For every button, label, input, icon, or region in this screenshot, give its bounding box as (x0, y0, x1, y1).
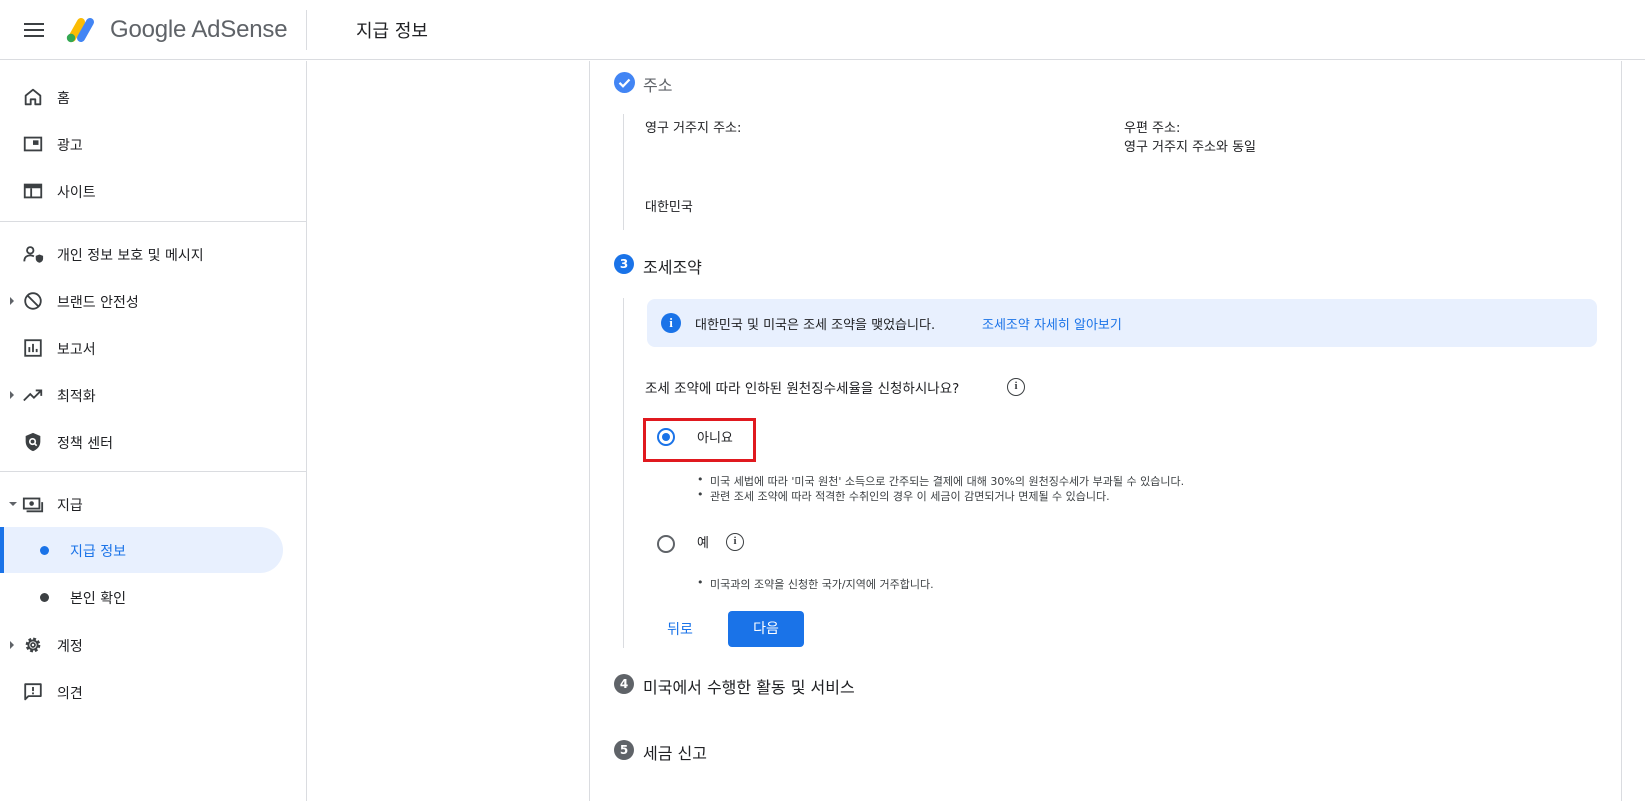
mailing-address-label: 우편 주소: (1124, 121, 1181, 136)
sidebar-subitem-identity-verification[interactable]: 본인 확인 (0, 574, 283, 620)
sidebar-item-reports[interactable]: 보고서 (0, 326, 300, 370)
policy-shield-icon (25, 432, 41, 452)
block-icon (24, 292, 42, 310)
bullet-dot-icon (40, 593, 49, 602)
back-button[interactable]: 뒤로 (660, 612, 700, 648)
gear-icon (25, 637, 41, 653)
list-item: 관련 조세 조약에 따라 적격한 수취인의 경우 이 세금이 감면되거나 면제될… (697, 488, 1110, 504)
sidebar-item-label: 개인 정보 보호 및 메시지 (57, 248, 204, 264)
sidebar-item-label: 홈 (57, 91, 70, 107)
header-divider (306, 10, 307, 50)
list-item: 미국 세법에 따라 '미국 원천' 소득으로 간주되는 결제에 대해 30%의 … (697, 473, 1184, 489)
adsense-logo-icon (66, 18, 94, 43)
permanent-address-country: 대한민국 (645, 200, 693, 215)
ads-icon (23, 136, 43, 152)
sidebar-item-optimization[interactable]: 최적화 (0, 373, 300, 417)
sidebar-item-label: 사이트 (57, 185, 96, 201)
step-connector (623, 114, 624, 230)
sidebar-item-sites[interactable]: 사이트 (0, 169, 300, 213)
trending-icon (23, 389, 43, 402)
sidebar-item-privacy-messaging[interactable]: 개인 정보 보호 및 메시지 (0, 232, 300, 276)
sidebar-item-label: 지급 (57, 498, 83, 514)
page-title: 지급 정보 (356, 21, 428, 42)
sidebar-item-home[interactable]: 홈 (0, 75, 300, 119)
check-circle-icon (614, 72, 635, 93)
learn-more-link[interactable]: 조세조약 자세히 알아보기 (982, 314, 1122, 333)
sites-icon (23, 183, 43, 199)
step-title-tax-filing[interactable]: 세금 신고 (643, 740, 707, 764)
menu-icon[interactable] (22, 18, 46, 42)
sidebar-subitem-label: 본인 확인 (70, 591, 126, 607)
radio-yes-label: 예 (697, 536, 709, 551)
step-connector (623, 298, 624, 648)
sidebar-nav: 홈 광고 사이트 개인 정보 보호 및 메시지 브랜드 안전성 보고서 최적화 … (0, 61, 307, 801)
sidebar-item-feedback[interactable]: 의견 (0, 670, 300, 714)
radio-no-label: 아니요 (697, 431, 733, 446)
top-app-bar: Google AdSense 지급 정보 (0, 0, 1645, 60)
caret-right-icon[interactable] (10, 641, 14, 649)
sidebar-item-account[interactable]: 계정 (0, 623, 300, 667)
payments-icon (22, 497, 44, 513)
sidebar-divider (0, 221, 306, 222)
reports-icon (24, 339, 42, 357)
sidebar-item-label: 보고서 (57, 342, 96, 358)
sidebar-item-brand-safety[interactable]: 브랜드 안전성 (0, 279, 300, 323)
home-icon (24, 88, 42, 106)
bullet-dot-icon (40, 546, 49, 555)
step-title-tax-treaty: 조세조약 (643, 258, 702, 277)
mailing-address-value: 영구 거주지 주소와 동일 (1124, 140, 1256, 155)
step-title-us-activities[interactable]: 미국에서 수행한 활동 및 서비스 (643, 674, 855, 698)
sidebar-item-payments[interactable]: 지급 (0, 482, 300, 526)
treaty-question: 조세 조약에 따라 인하된 원천징수세율을 신청하시나요? (645, 381, 960, 397)
info-outline-icon[interactable]: i (726, 533, 744, 551)
sidebar-item-label: 브랜드 안전성 (57, 295, 139, 311)
sidebar-divider (0, 471, 306, 472)
sidebar-item-label: 계정 (57, 639, 83, 655)
radio-no[interactable] (657, 428, 675, 446)
step-number-badge: 5 (614, 740, 634, 760)
feedback-icon (24, 683, 42, 701)
sidebar-item-label: 의견 (57, 686, 83, 702)
caret-down-icon[interactable] (9, 502, 17, 506)
step-title-address: 주소 (643, 76, 673, 95)
sidebar-item-ads[interactable]: 광고 (0, 122, 300, 166)
sidebar-item-label: 최적화 (57, 389, 96, 405)
info-icon: i (661, 313, 681, 333)
list-item: 미국과의 조약을 신청한 국가/지역에 거주합니다. (697, 576, 934, 592)
radio-yes[interactable] (657, 535, 675, 553)
sidebar-item-policy-center[interactable]: 정책 센터 (0, 420, 300, 464)
info-outline-icon[interactable]: i (1007, 378, 1025, 396)
sidebar-subitem-label: 지급 정보 (70, 544, 126, 560)
step-number-badge: 3 (614, 254, 634, 274)
step-number-badge: 4 (614, 674, 634, 694)
sidebar-item-label: 광고 (57, 138, 83, 154)
brand-name: Google AdSense (110, 16, 288, 43)
caret-right-icon[interactable] (10, 391, 14, 399)
info-banner-text: 대한민국 및 미국은 조세 조약을 맺었습니다. (695, 318, 936, 333)
privacy-messaging-icon (23, 246, 44, 263)
sidebar-item-label: 정책 센터 (57, 436, 113, 452)
caret-right-icon[interactable] (10, 297, 14, 305)
info-banner: i 대한민국 및 미국은 조세 조약을 맺었습니다. 조세조약 자세히 알아보기 (647, 299, 1597, 347)
next-button[interactable]: 다음 (728, 611, 804, 647)
sidebar-subitem-payment-info[interactable]: 지급 정보 (0, 527, 283, 573)
permanent-address-label: 영구 거주지 주소: (645, 121, 742, 136)
